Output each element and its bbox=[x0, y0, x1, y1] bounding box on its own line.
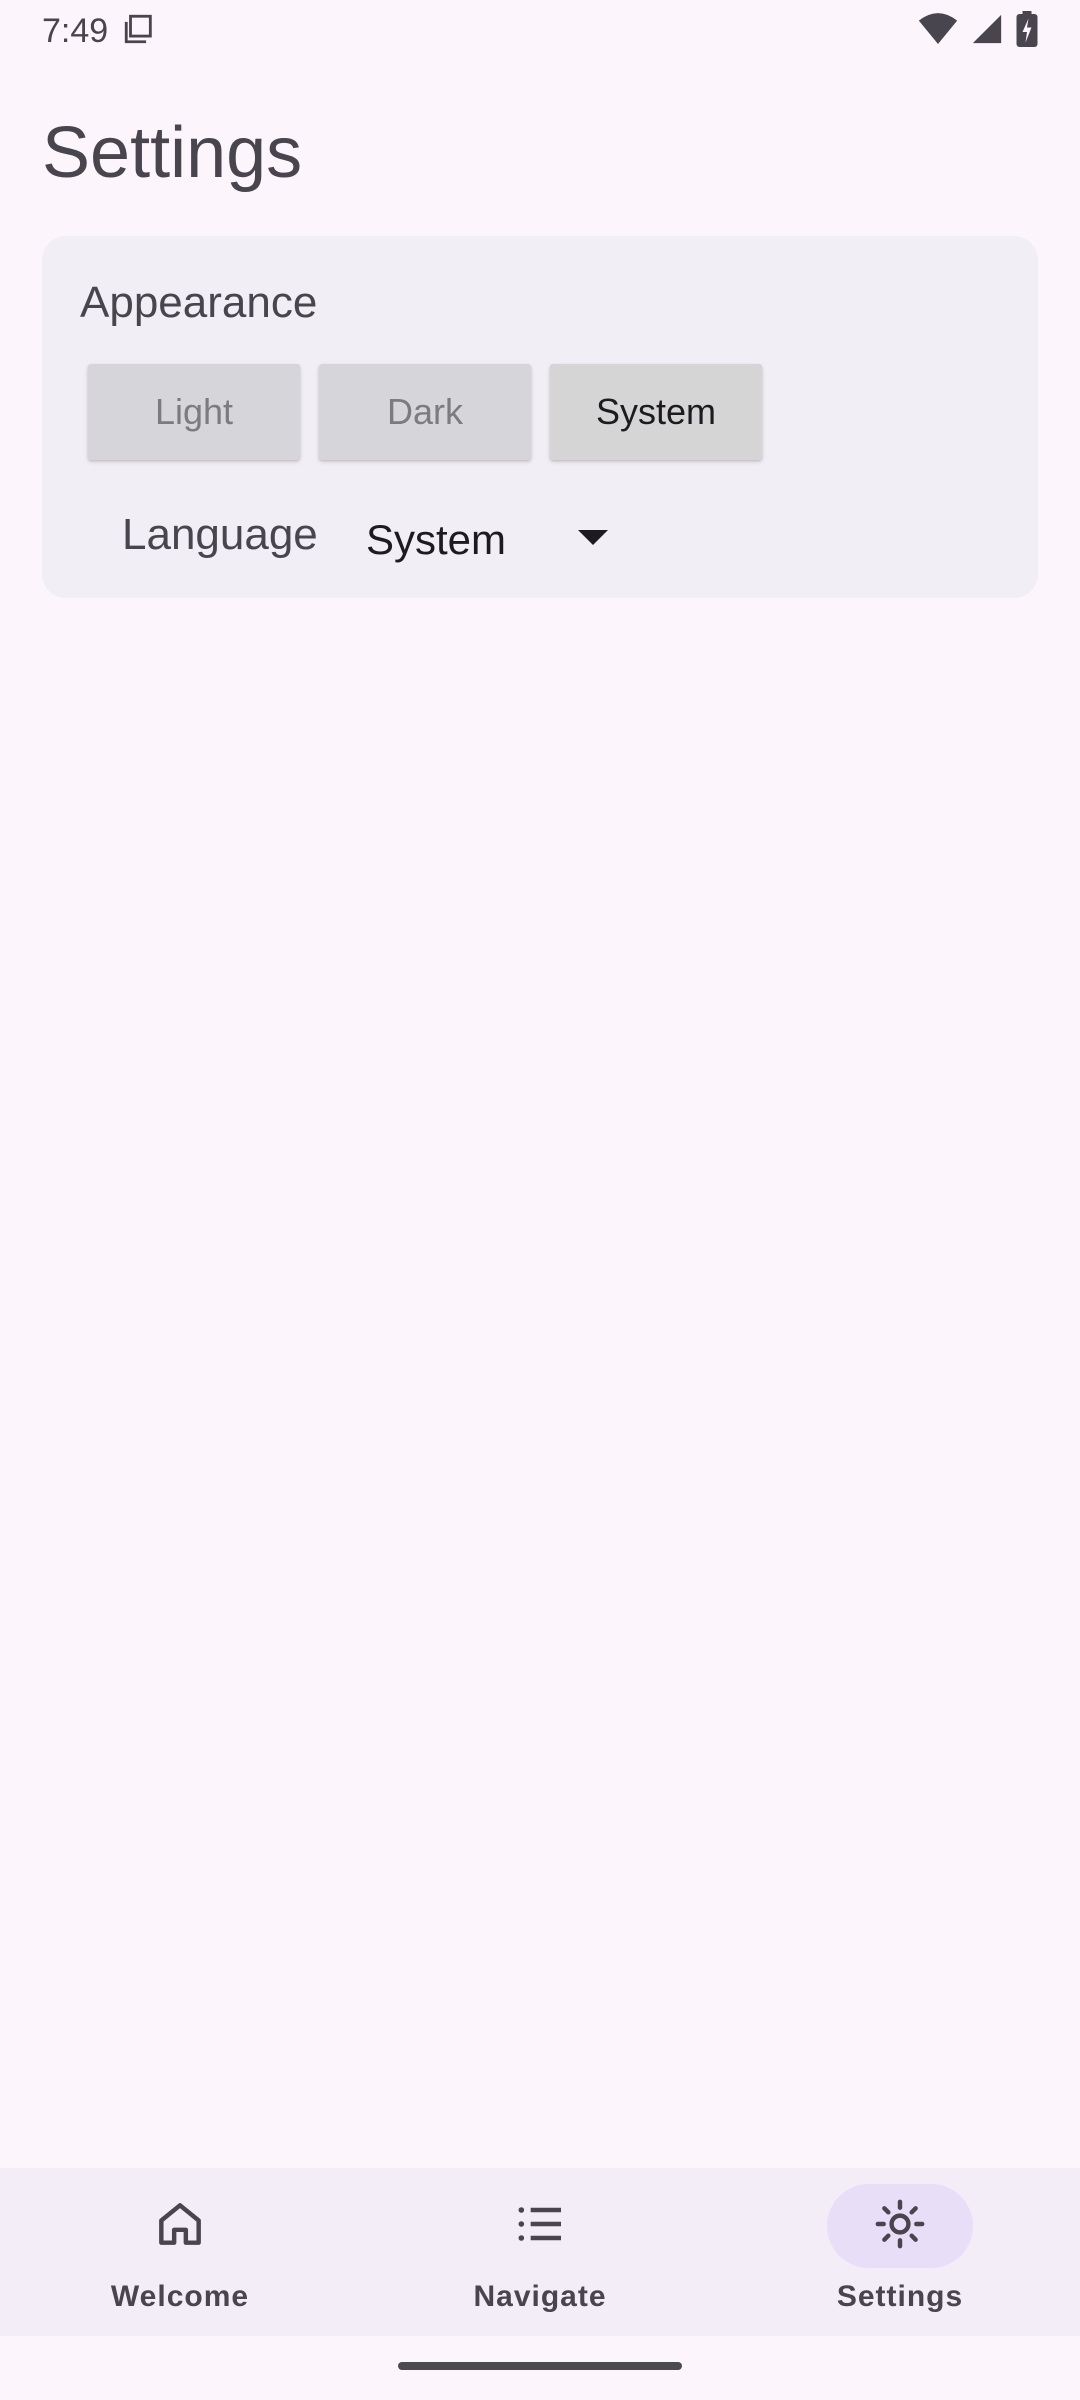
nav-item-navigate[interactable]: Navigate bbox=[360, 2168, 720, 2336]
screenshot-icon bbox=[122, 12, 156, 51]
status-right bbox=[918, 10, 1038, 52]
gesture-handle[interactable] bbox=[398, 2362, 682, 2370]
nav-label-navigate: Navigate bbox=[473, 2280, 607, 2313]
theme-system-button[interactable]: System bbox=[550, 364, 762, 460]
appearance-title: Appearance bbox=[80, 278, 318, 327]
page-title: Settings bbox=[42, 113, 303, 193]
brightness-icon bbox=[872, 2196, 928, 2257]
language-dropdown[interactable]: System bbox=[366, 498, 666, 582]
list-icon bbox=[512, 2196, 568, 2257]
wifi-icon bbox=[918, 12, 958, 51]
nav-pill bbox=[467, 2184, 613, 2268]
nav-pill-active bbox=[827, 2184, 973, 2268]
dropdown-arrow-icon bbox=[578, 530, 608, 545]
nav-item-settings[interactable]: Settings bbox=[720, 2168, 1080, 2336]
nav-item-welcome[interactable]: Welcome bbox=[0, 2168, 360, 2336]
status-left: 7:49 bbox=[42, 12, 156, 51]
language-row: Language System bbox=[42, 498, 1038, 582]
nav-label-welcome: Welcome bbox=[110, 2280, 250, 2313]
language-value: System bbox=[366, 516, 507, 563]
theme-light-button[interactable]: Light bbox=[88, 364, 300, 460]
status-bar: 7:49 bbox=[0, 0, 1080, 62]
nav-pill bbox=[107, 2184, 253, 2268]
theme-dark-button[interactable]: Dark bbox=[319, 364, 531, 460]
appearance-card: Appearance Light Dark System Language Sy… bbox=[42, 236, 1038, 598]
bottom-navigation: Welcome Navigate Settings bbox=[0, 2168, 1080, 2336]
battery-charging-icon bbox=[1016, 10, 1038, 52]
nav-label-settings: Settings bbox=[836, 2280, 964, 2313]
home-icon bbox=[152, 2196, 208, 2257]
language-label: Language bbox=[122, 510, 318, 559]
status-time: 7:49 bbox=[42, 11, 109, 50]
signal-icon bbox=[970, 12, 1004, 51]
